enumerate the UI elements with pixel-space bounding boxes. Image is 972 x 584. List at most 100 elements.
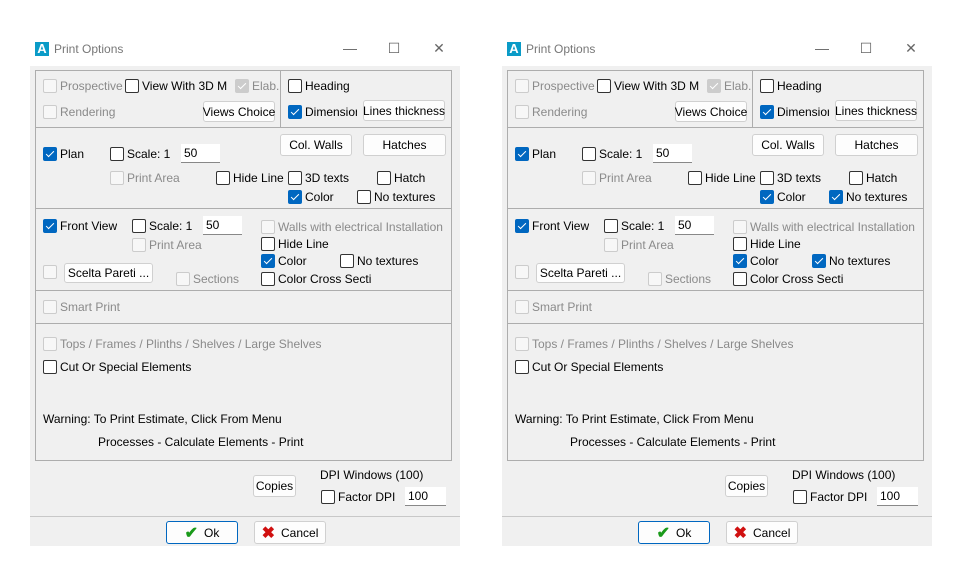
smart-print-checkbox[interactable]: Smart Print <box>515 299 592 315</box>
copies-button[interactable]: Copies <box>253 475 296 497</box>
maximize-icon[interactable]: ☐ <box>384 38 404 58</box>
scelta-button[interactable]: Scelta Pareti ... <box>64 263 153 283</box>
cancel-button[interactable]: ✖ Cancel <box>726 521 798 544</box>
smart-print-checkbox[interactable]: Smart Print <box>43 299 120 315</box>
dimensions-checkbox[interactable]: Dimensions <box>760 104 829 120</box>
hatches-button[interactable]: Hatches <box>363 134 446 156</box>
scelta-cb-checkbox[interactable] <box>43 264 60 280</box>
front-color-checkbox[interactable]: Color <box>733 253 779 269</box>
sections-checkbox[interactable]: Sections <box>648 271 711 287</box>
checkbox-box[interactable] <box>582 147 596 161</box>
plan-print-area-checkbox[interactable]: Print Area <box>582 170 652 186</box>
cancel-button[interactable]: ✖ Cancel <box>254 521 326 544</box>
front-hide-line-checkbox[interactable]: Hide Line <box>733 236 801 252</box>
cut-checkbox[interactable]: Cut Or Special Elements <box>515 359 663 375</box>
walls-electrical-checkbox[interactable]: Walls with electrical Installation onl <box>733 219 917 235</box>
front-view-checkbox[interactable]: Front View <box>515 218 589 234</box>
front-color-checkbox[interactable]: Color <box>261 253 307 269</box>
front-scale-value-input[interactable]: 50 <box>203 216 242 235</box>
maximize-icon[interactable]: ☐ <box>856 38 876 58</box>
checkbox-box[interactable] <box>597 79 611 93</box>
sections-checkbox[interactable]: Sections <box>176 271 239 287</box>
view3d-checkbox[interactable]: View With 3D Mea <box>597 78 699 94</box>
checkbox-box[interactable] <box>582 171 596 185</box>
views-choice-button[interactable]: Views Choice <box>675 101 747 122</box>
checkbox-box[interactable] <box>760 171 774 185</box>
views-choice-button[interactable]: Views Choice <box>203 101 275 122</box>
elab-checkbox[interactable]: Elab. <box>235 78 279 94</box>
dimensions-checkbox[interactable]: Dimensions <box>288 104 357 120</box>
plan-no-textures-checkbox[interactable]: No textures <box>357 189 435 205</box>
plan-color-checkbox[interactable]: Color <box>288 189 334 205</box>
front-scale-checkbox[interactable]: Scale: 1 <box>132 218 192 234</box>
dpi-value-input[interactable]: 100 <box>877 487 918 506</box>
close-icon[interactable]: ✕ <box>901 38 921 58</box>
front-scale-value-input[interactable]: 50 <box>675 216 714 235</box>
checkbox-box[interactable] <box>688 171 702 185</box>
checkbox-box[interactable] <box>515 105 529 119</box>
tops-checkbox[interactable]: Tops / Frames / Plinths / Shelves / Larg… <box>515 336 793 352</box>
rendering-checkbox[interactable]: Rendering <box>515 104 587 120</box>
front-no-textures-checkbox[interactable]: No textures <box>340 253 418 269</box>
checkbox-box[interactable] <box>235 79 249 93</box>
ok-button[interactable]: ✔ Ok <box>166 521 238 544</box>
front-no-textures-checkbox[interactable]: No textures <box>812 253 890 269</box>
checkbox-box[interactable] <box>829 190 843 204</box>
col-walls-button[interactable]: Col. Walls <box>280 134 352 156</box>
color-cross-checkbox[interactable]: Color Cross Secti <box>261 271 371 287</box>
checkbox-box[interactable] <box>377 171 391 185</box>
hatch-checkbox[interactable]: Hatch <box>849 170 897 186</box>
checkbox-box[interactable] <box>515 79 529 93</box>
checkbox-box[interactable] <box>261 237 275 251</box>
checkbox-box[interactable] <box>760 105 774 119</box>
checkbox-box[interactable] <box>261 272 275 286</box>
plan-scale-value-input[interactable]: 50 <box>181 144 220 163</box>
plan-no-textures-checkbox[interactable]: No textures <box>829 189 907 205</box>
plan-color-checkbox[interactable]: Color <box>760 189 806 205</box>
plan-checkbox[interactable]: Plan <box>515 146 556 162</box>
tops-checkbox[interactable]: Tops / Frames / Plinths / Shelves / Larg… <box>43 336 321 352</box>
checkbox-box[interactable] <box>340 254 354 268</box>
copies-button[interactable]: Copies <box>725 475 768 497</box>
front-print-area-checkbox[interactable]: Print Area <box>604 237 674 253</box>
checkbox-box[interactable] <box>288 190 302 204</box>
prospective-checkbox[interactable]: Prospective <box>43 78 123 94</box>
lines-thickness-button[interactable]: Lines thickness <box>363 100 445 121</box>
hatches-button[interactable]: Hatches <box>835 134 918 156</box>
checkbox-box[interactable] <box>515 147 529 161</box>
hatch-checkbox[interactable]: Hatch <box>377 170 425 186</box>
plan-print-area-checkbox[interactable]: Print Area <box>110 170 180 186</box>
checkbox-box[interactable] <box>515 337 529 351</box>
checkbox-box[interactable] <box>812 254 826 268</box>
checkbox-box[interactable] <box>261 254 275 268</box>
checkbox-box[interactable] <box>216 171 230 185</box>
close-icon[interactable]: ✕ <box>429 38 449 58</box>
texts3d-checkbox[interactable]: 3D texts <box>288 170 349 186</box>
checkbox-box[interactable] <box>515 265 529 279</box>
heading-checkbox[interactable]: Heading <box>760 78 822 94</box>
lines-thickness-button[interactable]: Lines thickness <box>835 100 917 121</box>
front-scale-checkbox[interactable]: Scale: 1 <box>604 218 664 234</box>
color-cross-checkbox[interactable]: Color Cross Secti <box>733 271 843 287</box>
minimize-icon[interactable]: — <box>812 38 832 58</box>
checkbox-box[interactable] <box>357 190 371 204</box>
minimize-icon[interactable]: — <box>340 38 360 58</box>
checkbox-box[interactable] <box>288 171 302 185</box>
view3d-checkbox[interactable]: View With 3D Mea <box>125 78 227 94</box>
front-hide-line-checkbox[interactable]: Hide Line <box>261 236 329 252</box>
checkbox-box[interactable] <box>733 237 747 251</box>
checkbox-box[interactable] <box>648 272 662 286</box>
checkbox-box[interactable] <box>760 190 774 204</box>
checkbox-box[interactable] <box>760 79 774 93</box>
checkbox-box[interactable] <box>110 171 124 185</box>
scelta-cb-checkbox[interactable] <box>515 264 532 280</box>
front-print-area-checkbox[interactable]: Print Area <box>132 237 202 253</box>
checkbox-box[interactable] <box>43 219 57 233</box>
checkbox-box[interactable] <box>261 220 275 234</box>
scelta-button[interactable]: Scelta Pareti ... <box>536 263 625 283</box>
checkbox-box[interactable] <box>288 105 302 119</box>
checkbox-box[interactable] <box>176 272 190 286</box>
elab-checkbox[interactable]: Elab. <box>707 78 751 94</box>
checkbox-box[interactable] <box>515 219 529 233</box>
checkbox-box[interactable] <box>43 337 57 351</box>
